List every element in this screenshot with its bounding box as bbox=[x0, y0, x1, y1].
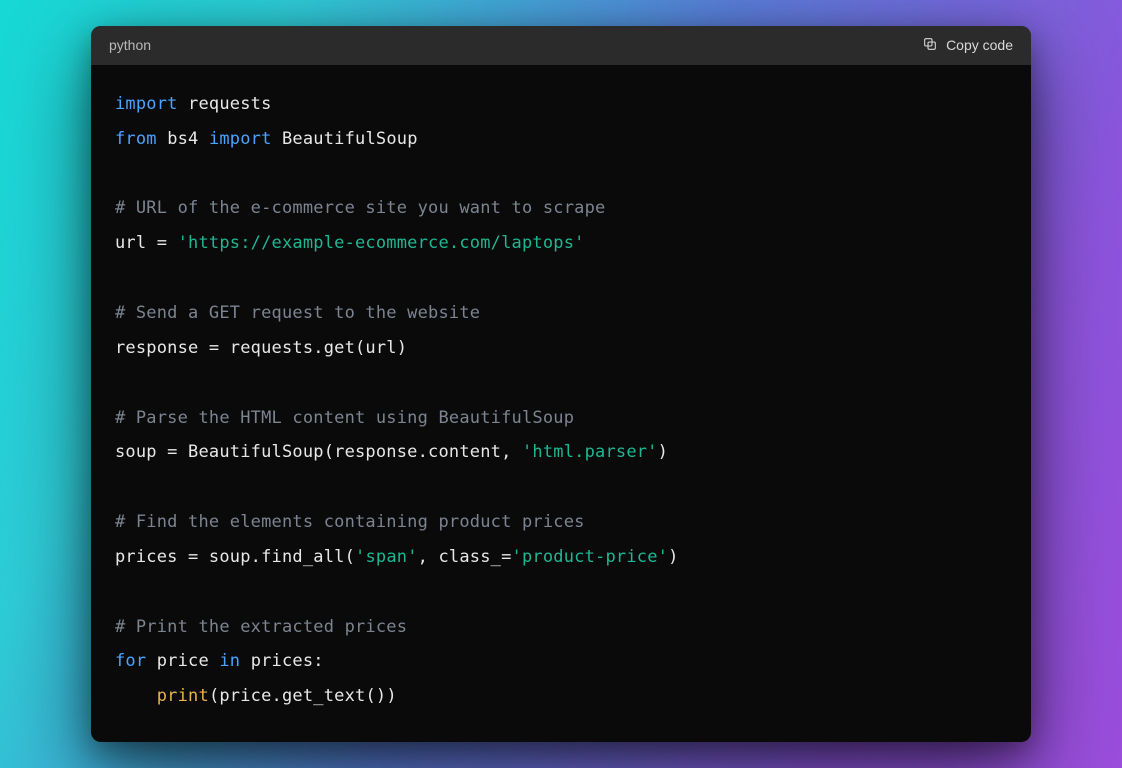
code-block-card: python Copy code import requests from bs… bbox=[91, 26, 1031, 742]
token-code: prices = soup.find_all( bbox=[115, 547, 355, 567]
token-code: ) bbox=[658, 442, 668, 462]
language-label: python bbox=[109, 37, 151, 53]
token-identifier: prices: bbox=[251, 651, 324, 671]
token-code: soup = BeautifulSoup(response.content, bbox=[115, 442, 522, 462]
copy-code-label: Copy code bbox=[946, 37, 1013, 53]
token-keyword: import bbox=[209, 129, 272, 149]
token-keyword: in bbox=[219, 651, 240, 671]
token-code: , class_= bbox=[418, 547, 512, 567]
token-comment: # URL of the e-commerce site you want to… bbox=[115, 198, 605, 218]
token-keyword: from bbox=[115, 129, 157, 149]
token-identifier: requests bbox=[188, 94, 271, 114]
token-identifier: bs4 bbox=[167, 129, 198, 149]
copy-code-button[interactable]: Copy code bbox=[922, 36, 1013, 55]
token-string: 'product-price' bbox=[512, 547, 669, 567]
token-comment: # Parse the HTML content using Beautiful… bbox=[115, 408, 574, 428]
token-function: print bbox=[157, 686, 209, 706]
token-code: ) bbox=[668, 547, 678, 567]
token-comment: # Print the extracted prices bbox=[115, 617, 407, 637]
token-code: url = bbox=[115, 233, 178, 253]
token-identifier: price bbox=[157, 651, 209, 671]
token-keyword: import bbox=[115, 94, 178, 114]
token-comment: # Send a GET request to the website bbox=[115, 303, 480, 323]
code-header: python Copy code bbox=[91, 26, 1031, 65]
token-string: 'span' bbox=[355, 547, 418, 567]
token-code: (price.get_text()) bbox=[209, 686, 397, 706]
token-comment: # Find the elements containing product p… bbox=[115, 512, 585, 532]
token-indent bbox=[115, 686, 157, 706]
token-string: 'https://example-ecommerce.com/laptops' bbox=[178, 233, 585, 253]
token-string: 'html.parser' bbox=[522, 442, 658, 462]
token-keyword: for bbox=[115, 651, 146, 671]
code-body[interactable]: import requests from bs4 import Beautifu… bbox=[91, 65, 1031, 742]
token-identifier: BeautifulSoup bbox=[282, 129, 418, 149]
token-code: response = requests.get(url) bbox=[115, 338, 407, 358]
copy-icon bbox=[922, 36, 938, 55]
